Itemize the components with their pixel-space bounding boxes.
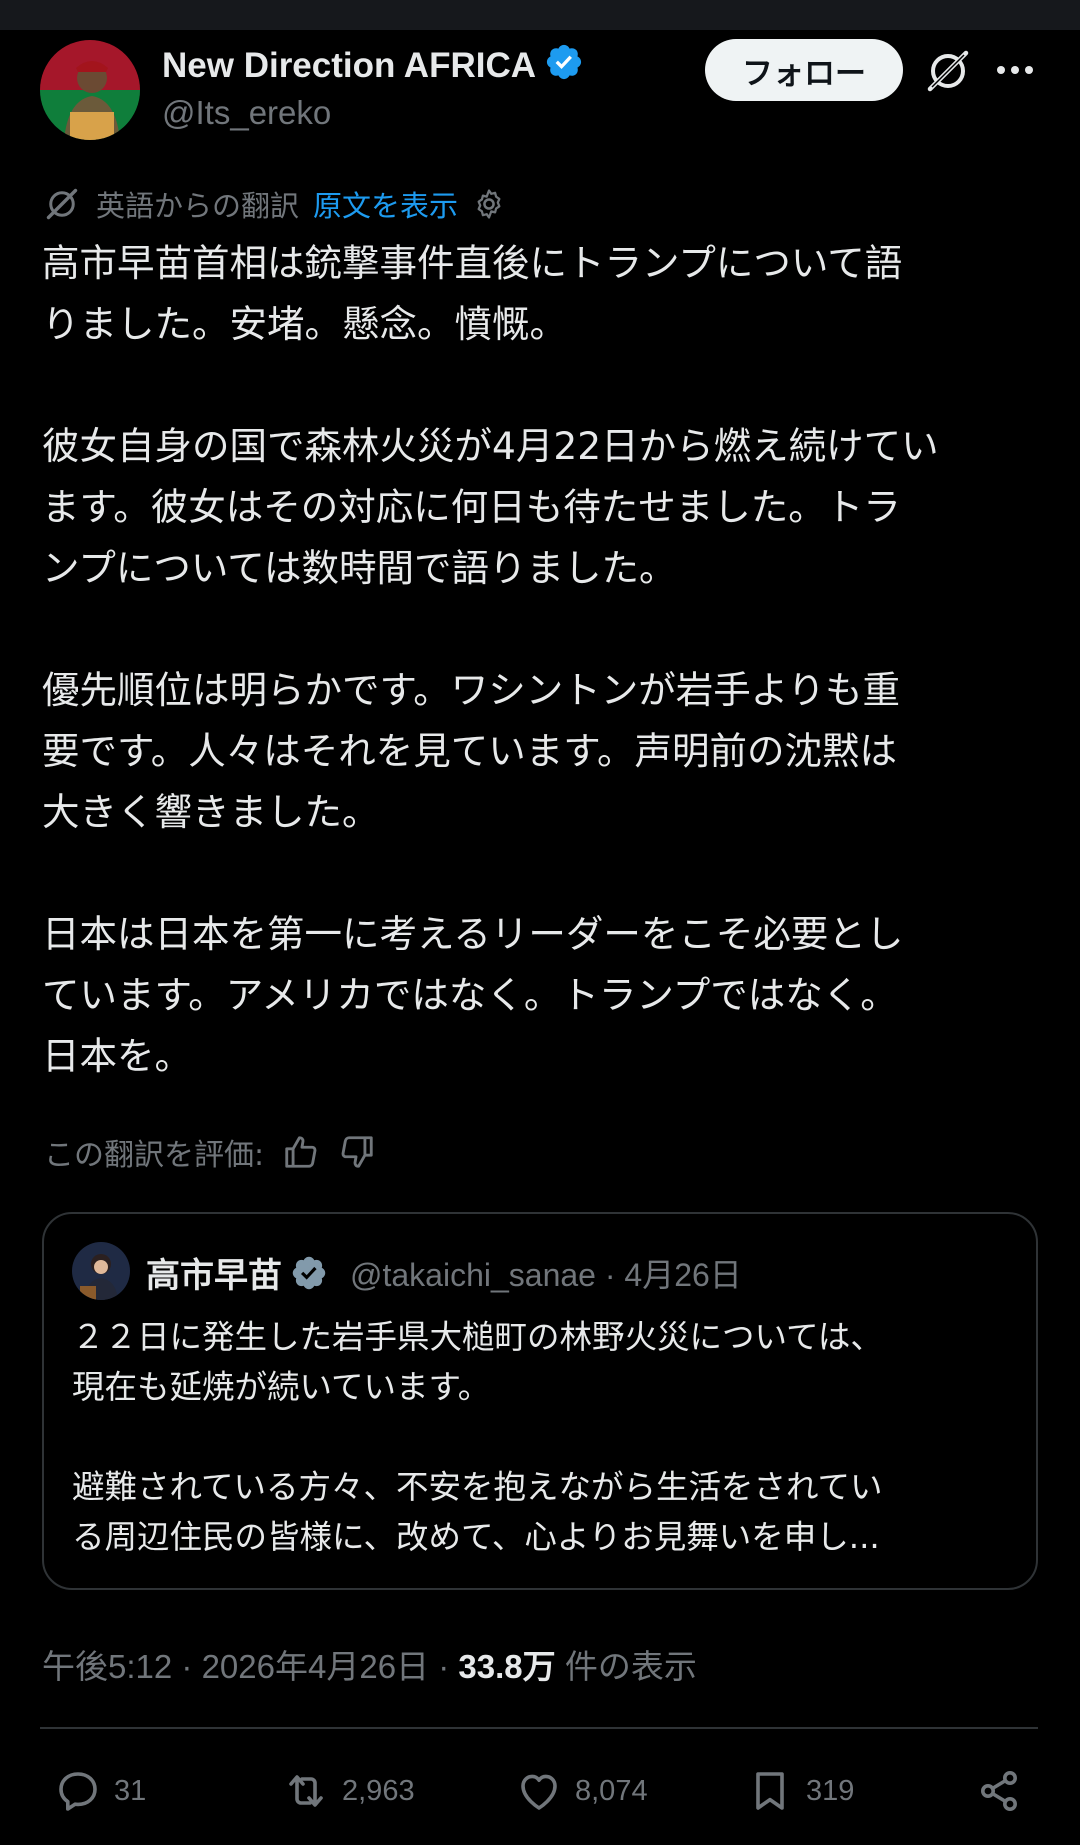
share-button[interactable] (975, 1763, 1035, 1819)
post-date[interactable]: 2026年4月26日 (202, 1648, 429, 1685)
author-display-name[interactable]: New Direction AFRICA (162, 42, 584, 91)
follow-button[interactable]: フォロー (705, 39, 903, 101)
rate-translation-label: この翻訳を評価: (44, 1138, 265, 1173)
grok-icon[interactable] (924, 47, 972, 95)
thumbs-down-icon[interactable] (338, 1133, 376, 1171)
post-time[interactable]: 午後5:12 (42, 1648, 172, 1685)
author-handle[interactable]: @Its_ereko (162, 94, 331, 132)
translation-bar: 英語からの翻訳 原文を表示 (44, 184, 506, 224)
like-count: 8,074 (575, 1774, 648, 1807)
rate-translation-bar: この翻訳を評価: (44, 1130, 376, 1174)
tweet-metadata: 午後5:12 · 2026年4月26日 · 33.8万 件の表示 (42, 1640, 697, 1688)
reply-count: 31 (114, 1774, 147, 1807)
tweet-text: 高市早苗首相は銃撃事件直後にトランプについて語 りました。安堵。懸念。憤慨。 彼… (42, 241, 939, 1078)
quoted-name-text: 高市早苗 (146, 1256, 282, 1296)
reply-icon (59, 1772, 97, 1811)
quoted-author-name: 高市早苗 (146, 1248, 328, 1301)
author-avatar[interactable] (40, 40, 140, 140)
verified-badge-icon (544, 42, 584, 91)
meta-separator: · (181, 1648, 202, 1685)
quoted-handle: @takaichi_sanae (350, 1257, 596, 1293)
grok-translate-icon (44, 186, 80, 222)
quoted-tweet-text: ２２日に発生した岩手県大槌町の林野火災については、 現在も延焼が続いています。 … (72, 1318, 883, 1556)
views-count: 33.8万 (458, 1648, 556, 1685)
quoted-author-avatar (72, 1242, 130, 1300)
show-original-link[interactable]: 原文を表示 (313, 183, 458, 225)
quoted-tweet-card[interactable]: 高市早苗 @takaichi_sanae · 4月26日 ２２日に発生した岩手県… (42, 1212, 1038, 1590)
bookmark-button[interactable]: 319 (746, 1763, 854, 1819)
quoted-verified-icon (290, 1254, 328, 1301)
thumbs-up-icon[interactable] (282, 1133, 320, 1171)
bookmark-count: 319 (806, 1774, 855, 1807)
translation-label: 英語からの翻訳 (96, 189, 300, 223)
quoted-date: 4月26日 (624, 1257, 742, 1293)
share-icon (981, 1771, 1017, 1811)
repost-button[interactable]: 2,963 (282, 1763, 415, 1819)
meta-separator: · (604, 1257, 625, 1293)
views-label: 件の表示 (564, 1648, 697, 1685)
settings-gear-icon[interactable] (472, 187, 506, 221)
repost-count: 2,963 (342, 1774, 415, 1807)
more-options-icon[interactable] (993, 52, 1037, 88)
meta-separator: · (438, 1648, 459, 1685)
bookmark-icon (756, 1772, 784, 1810)
status-bar (0, 0, 1080, 30)
quoted-meta: @takaichi_sanae · 4月26日 (350, 1250, 742, 1296)
reply-button[interactable]: 31 (54, 1763, 146, 1819)
repost-icon (289, 1775, 323, 1807)
like-button[interactable]: 8,074 (515, 1763, 648, 1819)
heart-icon (521, 1774, 557, 1810)
author-name-text: New Direction AFRICA (162, 46, 537, 85)
divider (40, 1727, 1038, 1729)
